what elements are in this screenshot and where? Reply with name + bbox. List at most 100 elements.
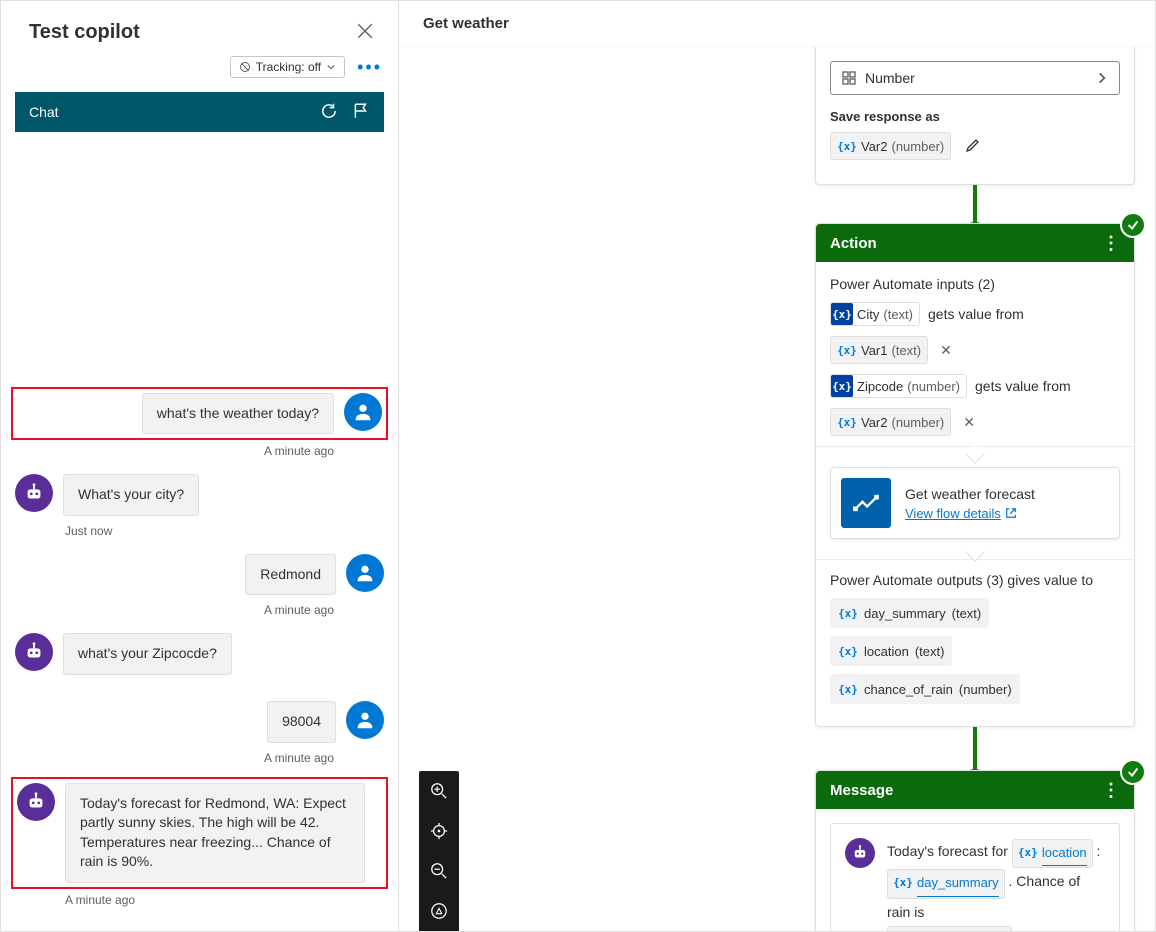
user-message-bubble: Redmond xyxy=(245,554,336,596)
output-name: day_summary xyxy=(864,606,946,621)
flow-input-chip[interactable]: {x} City (text) xyxy=(830,302,920,326)
flow-input-name: Zipcode xyxy=(857,379,903,394)
test-copilot-title: Test copilot xyxy=(29,21,140,44)
flow-output-chip[interactable]: {x} day_summary (text) xyxy=(830,598,989,628)
user-message-bubble: 98004 xyxy=(267,701,336,743)
user-message-bubble: what's the weather today? xyxy=(142,393,334,435)
output-name: chance_of_rain xyxy=(864,682,953,697)
dropdown-value: Number xyxy=(865,70,915,86)
zoom-toolbar xyxy=(419,771,459,931)
zoom-in-button[interactable] xyxy=(419,771,459,811)
question-node[interactable]: Number Save response as {x} Var2 (number… xyxy=(815,47,1135,185)
tracking-toggle-button[interactable]: Tracking: off xyxy=(230,56,345,78)
bot-icon xyxy=(23,482,45,504)
compass-icon xyxy=(430,902,448,920)
flow-input-type: (text) xyxy=(883,307,913,322)
variable-type: (number) xyxy=(892,139,945,154)
chevron-right-icon xyxy=(1095,71,1109,85)
output-type: (text) xyxy=(952,606,982,621)
minimap-button[interactable] xyxy=(419,891,459,931)
refresh-chat-button[interactable] xyxy=(320,102,338,123)
test-copilot-header: Test copilot xyxy=(1,1,398,56)
pencil-icon xyxy=(965,137,981,153)
source-variable-chip[interactable]: {x} Var1 (text) xyxy=(830,336,928,364)
user-avatar xyxy=(346,701,384,739)
person-icon xyxy=(352,401,374,423)
chat-header-label: Chat xyxy=(29,104,59,120)
inline-variable[interactable]: {x}day_summary xyxy=(887,869,1005,899)
timestamp: A minute ago xyxy=(15,751,384,765)
inputs-section-label: Power Automate inputs (2) xyxy=(830,276,1120,292)
message-node[interactable]: Message ⋮ Today's forecast for {x}locati… xyxy=(815,770,1135,931)
flow-title: Get weather forecast xyxy=(905,486,1035,502)
inline-variable[interactable]: {x}chance_of_rain xyxy=(887,926,1012,931)
bot-avatar xyxy=(17,783,55,821)
variable-icon: {x} xyxy=(838,641,858,661)
flow-output-chip[interactable]: {x} location (text) xyxy=(830,636,952,666)
more-options-button[interactable]: ••• xyxy=(357,58,382,76)
bot-icon xyxy=(851,844,869,862)
node-column: Number Save response as {x} Var2 (number… xyxy=(815,47,1135,931)
flow-output-chip[interactable]: {x} chance_of_rain (number) xyxy=(830,674,1020,704)
canvas-body[interactable]: Number Save response as {x} Var2 (number… xyxy=(399,47,1155,931)
check-icon xyxy=(1126,765,1140,779)
node-more-button[interactable]: ⋮ xyxy=(1102,234,1120,252)
output-type: (text) xyxy=(915,644,945,659)
close-icon xyxy=(356,22,374,40)
outputs-section-label: Power Automate outputs (3) gives value t… xyxy=(830,572,1120,588)
user-message-row: Redmond xyxy=(15,554,384,596)
flow-input-name: City xyxy=(857,307,879,322)
person-icon xyxy=(354,562,376,584)
zoom-in-icon xyxy=(430,782,448,800)
user-avatar xyxy=(344,393,382,431)
highlighted-message-1: what's the weather today? xyxy=(11,387,388,441)
zoom-out-button[interactable] xyxy=(419,851,459,891)
page-title: Get weather xyxy=(399,1,1155,47)
identify-type-dropdown[interactable]: Number xyxy=(830,61,1120,95)
recenter-button[interactable] xyxy=(419,811,459,851)
flow-input-type: (number) xyxy=(907,379,960,394)
response-variable-chip[interactable]: {x} Var2 (number) xyxy=(830,132,951,160)
bot-avatar xyxy=(15,633,53,671)
source-variable-chip[interactable]: {x} Var2 (number) xyxy=(830,408,951,436)
bot-message-bubble: What's your city? xyxy=(63,474,199,516)
zoom-out-icon xyxy=(430,862,448,880)
gets-value-from-label: gets value from xyxy=(975,378,1071,394)
variable-icon: {x} xyxy=(831,375,853,397)
bot-icon xyxy=(23,641,45,663)
flag-button[interactable] xyxy=(352,102,370,123)
edit-variable-button[interactable] xyxy=(965,137,981,156)
user-message-row: 98004 xyxy=(15,701,384,743)
variable-icon: {x} xyxy=(838,603,858,623)
message-preview[interactable]: Today's forecast for {x}location : {x}da… xyxy=(830,823,1120,931)
bot-avatar xyxy=(15,474,53,512)
success-badge xyxy=(1120,759,1146,785)
variable-name: Var2 xyxy=(861,139,888,154)
flow-input-chip[interactable]: {x} Zipcode (number) xyxy=(830,374,967,398)
open-external-icon xyxy=(1005,507,1017,519)
target-icon xyxy=(430,822,448,840)
check-icon xyxy=(1126,218,1140,232)
action-node[interactable]: Action ⋮ Power Automate inputs (2) {x} C… xyxy=(815,223,1135,727)
variable-icon: {x} xyxy=(893,874,913,894)
variable-icon: {x} xyxy=(1018,843,1038,863)
chevron-down-icon xyxy=(326,62,336,72)
close-panel-button[interactable] xyxy=(356,22,374,43)
remove-variable-button[interactable]: ✕ xyxy=(959,414,979,431)
flow-card[interactable]: Get weather forecast View flow details xyxy=(830,467,1120,539)
message-text: Today's forecast for {x}location : {x}da… xyxy=(887,838,1105,931)
variable-type: (number) xyxy=(892,415,945,430)
user-avatar xyxy=(346,554,384,592)
flag-icon xyxy=(352,102,370,120)
chat-transcript: what's the weather today? A minute ago W… xyxy=(1,132,398,931)
output-name: location xyxy=(864,644,909,659)
output-type: (number) xyxy=(959,682,1012,697)
flow-icon xyxy=(852,489,880,517)
view-flow-details-link[interactable]: View flow details xyxy=(905,506,1017,521)
node-more-button[interactable]: ⋮ xyxy=(1102,781,1120,799)
inline-variable[interactable]: {x}location xyxy=(1012,839,1093,869)
authoring-canvas: Get weather xyxy=(399,1,1155,931)
action-header-label: Action xyxy=(830,235,877,252)
chat-header: Chat xyxy=(15,92,384,132)
remove-variable-button[interactable]: ✕ xyxy=(936,342,956,359)
